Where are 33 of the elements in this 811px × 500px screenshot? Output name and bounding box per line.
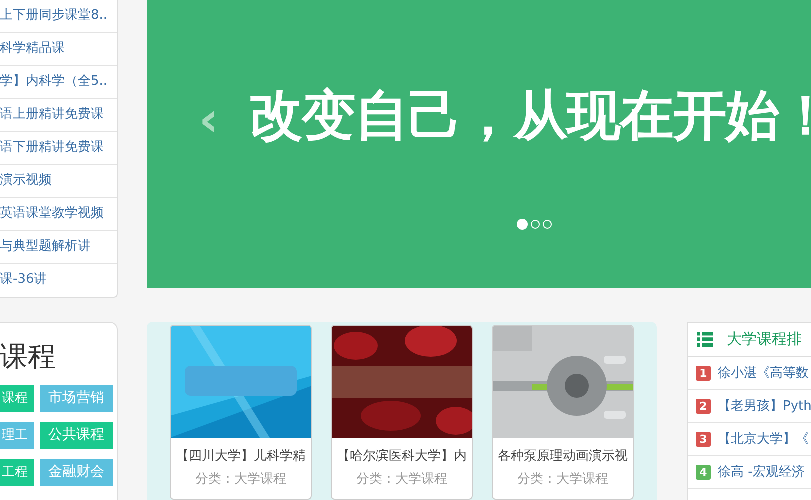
rank-badge: 3 (696, 432, 711, 446)
course-card[interactable]: 【哈尔滨医科大学】内 分类：大学课程 (331, 325, 473, 500)
slide-dot[interactable] (517, 218, 528, 230)
slide-title: 改变自己，从现在开始！ (249, 84, 811, 149)
course-link[interactable]: 英语课堂教学视频 (0, 198, 117, 231)
course-link[interactable]: 课-36讲 (0, 264, 117, 296)
course-link[interactable]: 【北京大学】《 (718, 430, 809, 448)
course-category: 分类：大学课程 (356, 471, 448, 488)
rank-badge: 1 (696, 366, 711, 380)
course-title[interactable]: 【四川大学】儿科学精 (176, 447, 306, 465)
course-link[interactable]: 演示视频 (0, 165, 117, 198)
course-link[interactable]: 语下册精讲免费课 (0, 132, 117, 165)
course-link[interactable]: 上下册同步课堂8.. (0, 0, 117, 33)
course-link[interactable]: 徐小湛《高等数 (718, 364, 809, 382)
course-link[interactable]: 与典型题解析讲 (0, 231, 117, 264)
course-link[interactable]: 【老男孩】Pyth (718, 397, 811, 415)
slide-dot[interactable] (531, 220, 540, 229)
course-link[interactable]: 科学精品课 (0, 33, 117, 66)
course-link[interactable]: 语上册精讲免费课 (0, 99, 117, 132)
course-title[interactable]: 各种泵原理动画演示视 (498, 447, 628, 465)
course-category: 分类：大学课程 (196, 471, 286, 488)
course-card[interactable]: 各种泵原理动画演示视 分类：大学课程 (492, 325, 634, 500)
course-link[interactable]: 徐高 -宏观经济 (718, 463, 805, 481)
course-title[interactable]: 【哈尔滨医科大学】内 (337, 447, 467, 465)
course-category: 分类：大学课程 (518, 471, 608, 488)
list-icon (697, 332, 713, 347)
panel-title: 大学课程排 (727, 330, 802, 349)
course-link[interactable]: 学】内科学（全5.. (0, 66, 117, 99)
course-card[interactable]: 【四川大学】儿科学精 分类：大学课程 (170, 325, 312, 500)
rank-badge: 2 (696, 398, 711, 414)
panel-title: 课程 (0, 339, 56, 375)
slide-dot[interactable] (543, 220, 552, 229)
rank-badge: 4 (696, 464, 711, 480)
